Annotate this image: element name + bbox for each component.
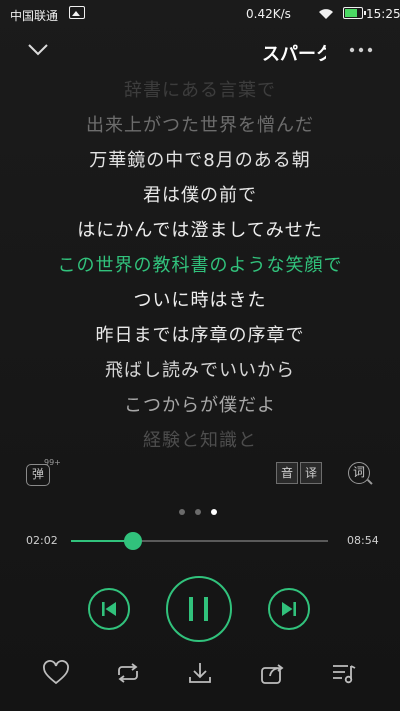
page-dot <box>179 509 185 515</box>
next-icon <box>282 602 296 616</box>
lyric-line: 辞書にある言葉で <box>124 80 276 101</box>
wifi-icon <box>319 9 333 19</box>
danmaku-badge: 99+ <box>44 458 61 467</box>
lyric-line: こつからが僕だよ <box>124 395 276 416</box>
total-time: 08:54 <box>347 534 379 547</box>
page-dot <box>195 509 201 515</box>
translate-toggle[interactable]: 音 译 <box>276 462 322 486</box>
lyric-line: はにかんでは澄ましてみせた <box>77 220 323 241</box>
more-icon[interactable] <box>348 40 374 60</box>
image-notification-icon <box>69 6 85 19</box>
clock: 15:25 <box>366 7 400 21</box>
status-bar: 中国联通 0.42K/s 15:25 <box>0 0 400 30</box>
progress-thumb[interactable] <box>124 532 142 550</box>
lyric-line-current: この世界の教科書のような笑顔で <box>57 255 343 276</box>
page-indicator <box>179 509 223 517</box>
previous-button[interactable] <box>88 588 130 630</box>
danmaku-label: 弹 <box>26 464 50 486</box>
previous-icon <box>102 602 116 616</box>
playlist-icon[interactable] <box>330 660 358 686</box>
lyric-line: 経験と知識と <box>143 430 257 451</box>
lyric-label: 词 <box>348 462 370 484</box>
lyric-line: 君は僕の前で <box>143 185 257 206</box>
lyrics-panel[interactable]: 辞書にある言葉で出来上がつた世界を憎んだ 万華鏡の中で8月のある朝 君は僕の前ではに… <box>0 76 400 451</box>
lyric-line: 万華鏡の中で8月のある朝 <box>89 150 311 171</box>
current-time: 02:02 <box>26 534 58 547</box>
danmaku-button[interactable]: 弹 99+ <box>26 458 61 488</box>
share-icon[interactable] <box>258 660 286 686</box>
lyric-line: 昨日までは序章の序章で <box>95 325 305 346</box>
progress-slider[interactable] <box>71 532 328 550</box>
song-title: スパークル <box>262 44 326 65</box>
lyric-search-button[interactable]: 词 <box>348 462 374 488</box>
translated-lyric-label[interactable]: 译 <box>300 462 322 484</box>
repeat-icon[interactable] <box>114 660 142 686</box>
lyric-line: 飛ばし読みでいいから <box>105 360 295 381</box>
lyric-line: 出来上がつた世界を憎んだ <box>86 115 314 136</box>
chevron-down-icon[interactable] <box>26 38 50 62</box>
next-button[interactable] <box>268 588 310 630</box>
network-speed: 0.42K/s <box>246 7 291 21</box>
battery-icon <box>343 7 366 19</box>
magnifier-handle <box>367 479 373 485</box>
play-pause-button[interactable] <box>166 576 232 642</box>
download-icon[interactable] <box>186 660 214 686</box>
carrier-label: 中国联通 <box>10 9 59 23</box>
pause-icon <box>189 597 208 621</box>
player-header: スパークル <box>0 30 400 74</box>
original-lyric-label[interactable]: 音 <box>276 462 298 484</box>
heart-icon[interactable] <box>42 660 70 686</box>
page-dot <box>211 509 217 515</box>
lyric-line: ついに時はきた <box>133 290 267 311</box>
